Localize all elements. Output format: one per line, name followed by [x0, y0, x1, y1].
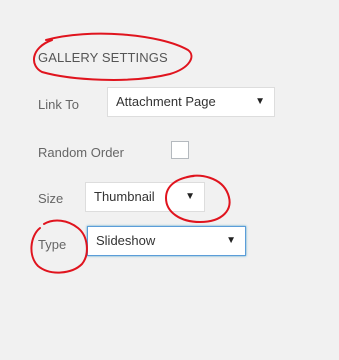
type-label: Type	[38, 237, 67, 252]
size-label: Size	[38, 191, 64, 206]
link-to-value: Attachment Page	[116, 94, 216, 109]
gallery-settings-heading: GALLERY SETTINGS	[38, 50, 168, 65]
link-to-select[interactable]: Attachment Page ▼	[107, 87, 275, 117]
link-to-label: Link To	[38, 97, 79, 112]
random-order-label: Random Order	[38, 145, 124, 160]
type-select[interactable]: Slideshow ▼	[87, 226, 246, 256]
chevron-down-icon: ▼	[226, 235, 236, 246]
size-value: Thumbnail	[94, 189, 155, 204]
chevron-down-icon: ▼	[185, 191, 195, 202]
chevron-down-icon: ▼	[255, 96, 265, 107]
type-value: Slideshow	[96, 233, 156, 248]
size-select[interactable]: Thumbnail ▼	[85, 182, 205, 212]
random-order-checkbox[interactable]	[171, 141, 189, 159]
gallery-settings-panel: GALLERY SETTINGS Link To Attachment Page…	[0, 0, 339, 360]
